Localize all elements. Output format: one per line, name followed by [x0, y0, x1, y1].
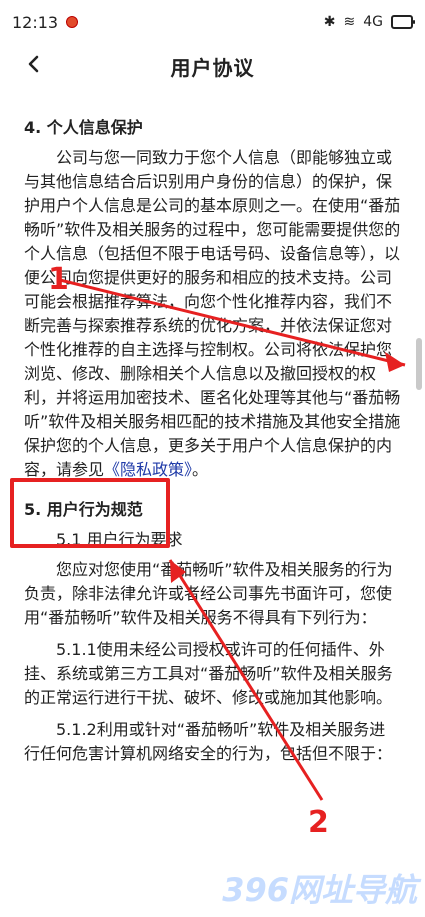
back-button[interactable]: [22, 52, 46, 76]
notification-dot-icon: [66, 16, 79, 28]
page-title: 用户协议: [170, 55, 255, 80]
section-5-1-paragraph: 您应对您使用“番茄畅听”软件及相关服务的行为负责，除非法律允许或者经公司事先书面…: [24, 560, 393, 627]
status-bar: 12:13 ✱ ≋ 4G: [0, 0, 425, 44]
chevron-left-icon: [28, 55, 39, 73]
section-4-text: 公司与您一同致力于您个人信息（即能够独立或与其他信息结合后识别用户身份的信息）的…: [24, 148, 401, 479]
status-left: 12:13: [12, 12, 79, 32]
bluetooth-icon: ✱: [323, 14, 336, 30]
wifi-icon: ≋: [343, 14, 356, 30]
top-nav: 用户协议: [0, 44, 425, 88]
annotation-marker-1: 1: [48, 262, 69, 297]
annotation-marker-2: 2: [308, 805, 329, 840]
section-5-1-1: 5.1.1使用未经公司授权或许可的任何插件、外挂、系统或第三方工具对“番茄畅听”…: [24, 640, 393, 707]
scrollbar[interactable]: [416, 338, 422, 390]
section-4-paragraph: 公司与您一同致力于您个人信息（即能够独立或与其他信息结合后识别用户身份的信息）的…: [24, 146, 401, 482]
highlight-box: [10, 478, 170, 548]
watermark-logo: 396网址导航: [222, 871, 417, 909]
section-5-1-2: 5.1.2利用或针对“番茄畅听”软件及相关服务进行任何危害计算机网络安全的行为，…: [24, 720, 393, 763]
status-time: 12:13: [12, 12, 59, 32]
status-right: ✱ ≋ 4G: [323, 14, 415, 30]
section-4-title: 4. 个人信息保护: [24, 118, 143, 137]
battery-icon: [391, 15, 415, 29]
privacy-policy-link[interactable]: 《隐私政策》: [104, 460, 192, 479]
privacy-suffix: 。: [192, 460, 209, 479]
signal-text: 4G: [363, 14, 383, 30]
